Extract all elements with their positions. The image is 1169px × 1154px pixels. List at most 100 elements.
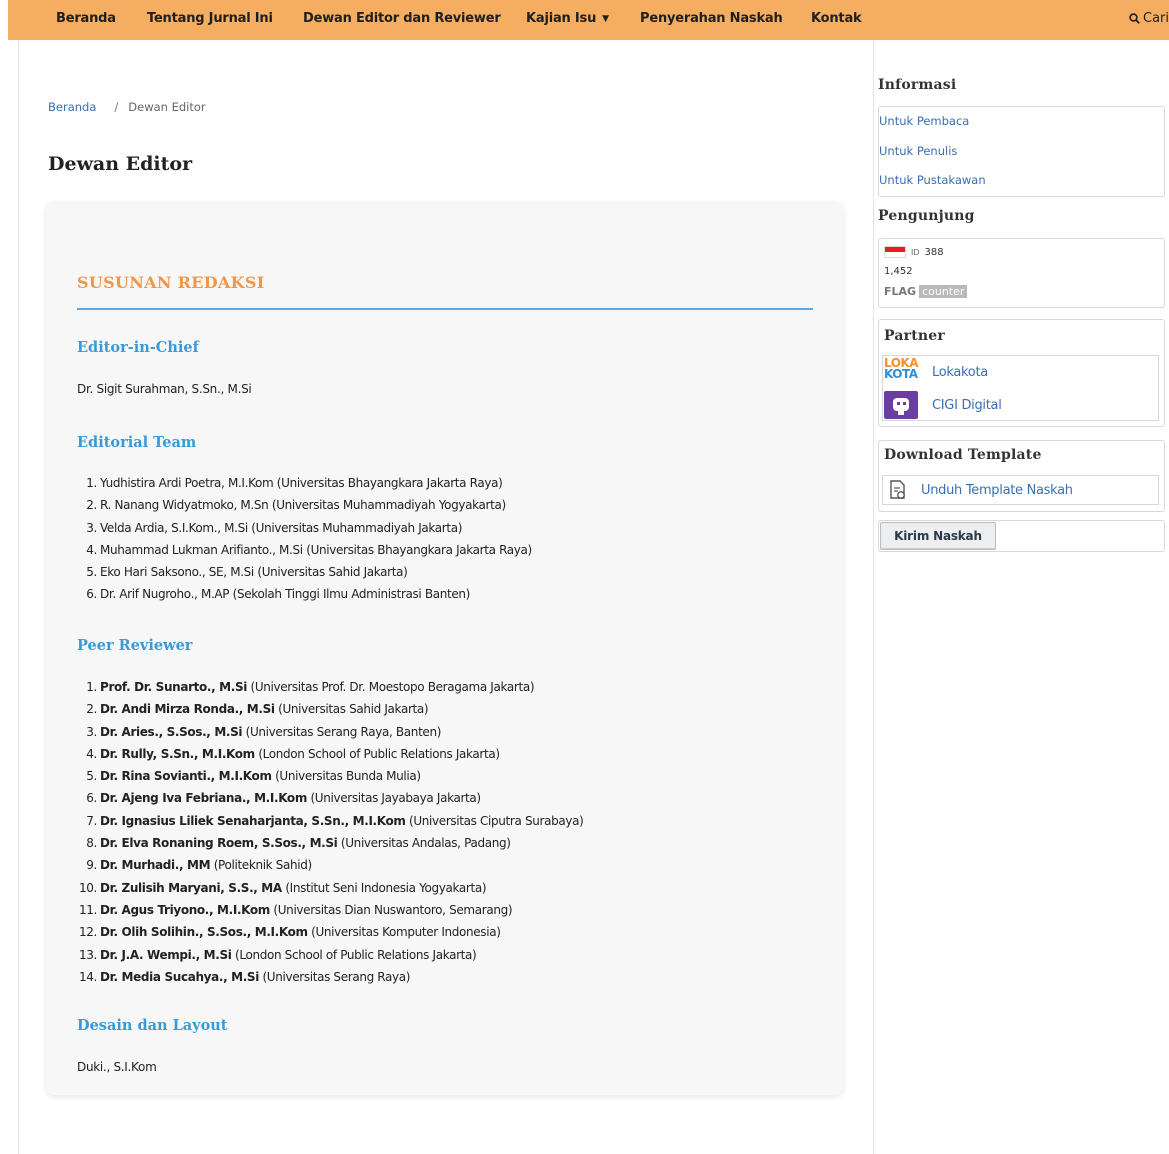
search-icon [1129, 13, 1140, 24]
list-item: 1. Prof. Dr. Sunarto., M.Si (Universitas … [77, 676, 583, 698]
reviewer-name: Dr. Rina Sovianti., M.I.Kom [100, 769, 272, 784]
nav-item-beranda[interactable]: Beranda [56, 11, 116, 26]
list-item-number: 5. [86, 565, 97, 580]
chevron-down-icon: ▼ [602, 14, 609, 24]
list-item: 7. Dr. Ignasius Liliek Senaharjanta, S.Sn… [77, 810, 584, 832]
list-item: 3. Dr. Aries., S.Sos., M.Si (Universitas … [77, 721, 583, 743]
editor-in-chief-name: Dr. Sigit Surahman, S.Sn., M.Si [77, 382, 252, 396]
breadcrumb-separator: / [114, 100, 119, 114]
left-border [18, 40, 19, 1154]
document-icon [890, 480, 905, 499]
list-item-number: 10. [78, 880, 97, 895]
search-label: Cari [1143, 11, 1169, 26]
partner-cigi-digital[interactable]: CIGI Digital [884, 391, 1002, 419]
breadcrumb-home-link[interactable]: Beranda [48, 100, 96, 114]
list-item-number: 14. [78, 969, 97, 984]
top-navbar: Beranda Tentang Jurnal Ini Dewan Editor … [8, 0, 1169, 40]
partner-name: Lokakota [932, 364, 988, 380]
list-item: 6. Dr. Ajeng Iva Febriana., M.I.Kom (Univ… [77, 787, 583, 809]
nav-item-dewan-editor[interactable]: Dewan Editor dan Reviewer [303, 11, 501, 26]
kirim-naskah-button[interactable]: Kirim Naskah [880, 522, 996, 550]
list-item: 4. Dr. Rully, S.Sn., M.I.Kom (London Scho… [77, 743, 583, 765]
partner-name: CIGI Digital [932, 397, 1002, 413]
reviewer-name: Dr. Andi Mirza Ronda., M.Si [100, 702, 275, 717]
reviewer-affiliation: (Universitas Andalas, Padang) [340, 836, 511, 851]
reviewer-affiliation: (Institut Seni Indonesia Yogyakarta) [285, 880, 487, 895]
list-item: 2. R. Nanang Widyatmoko, M.Sn (Universita… [77, 494, 532, 516]
list-item-number: 3. [86, 724, 97, 739]
nav-item-tentang-jurnal[interactable]: Tentang Jurnal Ini [147, 11, 273, 26]
reviewer-affiliation: (Universitas Serang Raya, Banten) [245, 724, 442, 739]
nav-item-kajian-isu[interactable]: Kajian Isu ▼ [526, 11, 609, 26]
list-item: 10. Dr. Zulisih Maryani, S.S., MA (Instit… [77, 877, 583, 899]
reviewer-name: Dr. Murhadi., MM [100, 858, 211, 873]
list-item-number: 6. [86, 791, 97, 806]
sidebar-informasi-title: Informasi [878, 77, 957, 93]
reviewer-affiliation: (Universitas Dian Nuswantoro, Semarang) [273, 902, 513, 917]
reviewer-name: Dr. Olih Solihin., S.Sos., M.I.Kom [100, 925, 308, 940]
sidebar-link-untuk-penulis[interactable]: Untuk Penulis [879, 144, 957, 158]
indonesia-flag-icon [884, 246, 906, 258]
country-code: ID [911, 247, 920, 257]
list-item-number: 7. [86, 813, 97, 828]
list-item: 8. Dr. Elva Ronaning Roem, S.Sos., M.Si (… [77, 832, 583, 854]
sidebar-link-untuk-pembaca[interactable]: Untuk Pembaca [879, 114, 969, 128]
nav-item-penyerahan-naskah[interactable]: Penyerahan Naskah [640, 11, 783, 26]
list-item-text: Velda Ardia, S.I.Kom., M.Si (Universitas… [100, 520, 463, 535]
list-item-text: Muhammad Lukman Arifianto., M.Si (Univer… [100, 542, 532, 557]
nav-item-kontak[interactable]: Kontak [811, 11, 862, 26]
list-item-number: 12. [78, 925, 97, 940]
reviewer-name: Dr. Ajeng Iva Febriana., M.I.Kom [100, 791, 307, 806]
download-template-link[interactable]: Unduh Template Naskah [882, 475, 1159, 505]
reviewer-affiliation: (Universitas Bunda Mulia) [275, 769, 421, 784]
list-item: 1. Yudhistira Ardi Poetra, M.I.Kom (Unive… [77, 472, 532, 494]
list-item: 11. Dr. Agus Triyono., M.I.Kom (Universit… [77, 899, 583, 921]
list-item: 2. Dr. Andi Mirza Ronda., M.Si (Universit… [77, 698, 583, 720]
list-item-number: 9. [86, 858, 97, 873]
partner-lokakota[interactable]: LOKA KOTA Lokakota [884, 356, 988, 386]
search-link[interactable]: Cari [1129, 11, 1169, 26]
reviewer-name: Dr. J.A. Wempi., M.Si [100, 947, 232, 962]
list-item-text: Dr. Arif Nugroho., M.AP (Sekolah Tinggi … [100, 587, 470, 602]
list-item: 13. Dr. J.A. Wempi., M.Si (London School … [77, 944, 583, 966]
list-item: 9. Dr. Murhadi., MM (Politeknik Sahid) [77, 854, 583, 876]
section-title: SUSUNAN REDAKSI [77, 273, 265, 292]
visitor-country-row: ID 388 [884, 246, 944, 258]
section-divider [77, 308, 813, 310]
page-title: Dewan Editor [48, 153, 193, 175]
robot-icon [884, 391, 918, 419]
list-item-number: 1. [86, 680, 97, 694]
peer-reviewer-heading: Peer Reviewer [77, 637, 193, 654]
list-item-text: R. Nanang Widyatmoko, M.Sn (Universitas … [100, 498, 506, 513]
list-item-text: Eko Hari Saksono., SE, M.Si (Universitas… [100, 565, 408, 580]
list-item-number: 6. [86, 587, 97, 602]
reviewer-name: Dr. Ignasius Liliek Senaharjanta, S.Sn.,… [100, 813, 406, 828]
reviewer-affiliation: (Universitas Prof. Dr. Moestopo Beragama… [250, 680, 535, 694]
sidebar-link-untuk-pustakawan[interactable]: Untuk Pustakawan [879, 173, 986, 187]
sidebar-partner-title: Partner [884, 328, 945, 344]
list-item: 5. Dr. Rina Sovianti., M.I.Kom (Universit… [77, 765, 583, 787]
flag-counter-badge: counter [919, 285, 968, 298]
design-layout-heading: Desain dan Layout [77, 1017, 228, 1034]
list-item-number: 1. [86, 476, 97, 490]
flag-counter-label: FLAG [884, 285, 917, 298]
list-item-number: 8. [86, 836, 97, 851]
reviewer-name: Prof. Dr. Sunarto., M.Si [100, 680, 248, 694]
reviewer-affiliation: (Politeknik Sahid) [213, 858, 313, 873]
list-item-number: 4. [86, 542, 97, 557]
list-item-number: 5. [86, 769, 97, 784]
reviewer-affiliation: (Universitas Sahid Jakarta) [278, 702, 429, 717]
flag-counter-logo[interactable]: FLAG counter [884, 285, 968, 298]
list-item-number: 13. [78, 947, 97, 962]
reviewer-name: Dr. Zulisih Maryani, S.S., MA [100, 880, 282, 895]
sidebar-divider [873, 40, 874, 1154]
breadcrumb: Beranda / Dewan Editor [48, 100, 206, 114]
editor-in-chief-heading: Editor-in-Chief [77, 339, 199, 356]
reviewer-affiliation: (Universitas Komputer Indonesia) [311, 925, 501, 940]
sidebar-download-title: Download Template [884, 447, 1042, 463]
design-layout-name: Duki., S.I.Kom [77, 1060, 157, 1074]
list-item-number: 2. [86, 498, 97, 513]
list-item: 14. Dr. Media Sucahya., M.Si (Universitas… [77, 966, 583, 988]
sidebar-pengunjung-title: Pengunjung [878, 208, 975, 224]
lokakota-logo: LOKA KOTA [884, 356, 919, 381]
